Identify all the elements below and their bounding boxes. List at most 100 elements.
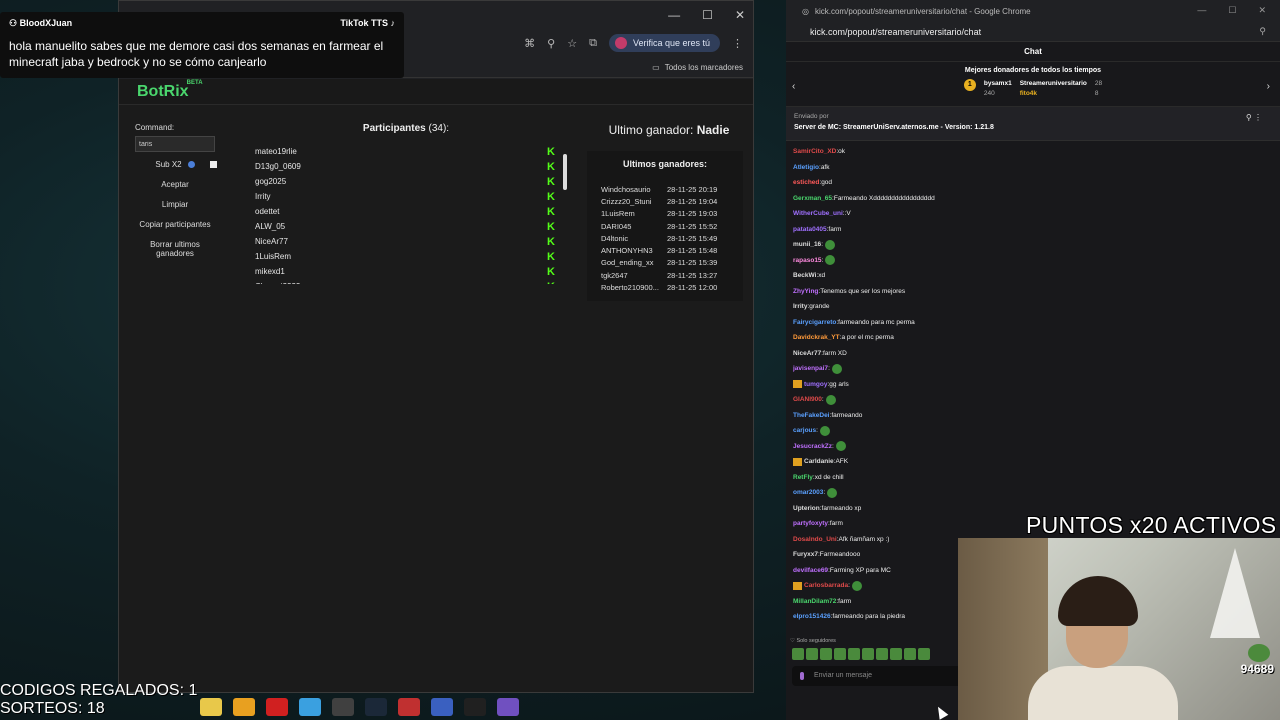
chat-username[interactable]: estiched bbox=[793, 179, 819, 186]
maximize-icon[interactable]: ☐ bbox=[702, 8, 713, 22]
chat-username[interactable]: MillanDilam72 bbox=[793, 598, 836, 605]
command-panel: Command: Sub X2 Aceptar Limpiar Copiar p… bbox=[135, 123, 217, 258]
chat-username[interactable]: BeckWi bbox=[793, 272, 816, 279]
chat-username[interactable]: TheFakeDei bbox=[793, 412, 830, 419]
winner-row: ANTHONYHN3 28-11-25 15:48 bbox=[601, 244, 743, 256]
copy-participants-button[interactable]: Copiar participantes bbox=[135, 220, 215, 229]
emote-icon[interactable] bbox=[904, 648, 916, 660]
chat-username[interactable]: Carldanie bbox=[804, 458, 834, 465]
emote-icon[interactable] bbox=[918, 648, 930, 660]
info-icon[interactable] bbox=[187, 161, 195, 168]
taskbar-app-icon[interactable] bbox=[200, 698, 222, 716]
emote-icon bbox=[851, 580, 862, 591]
taskbar-app-icon[interactable] bbox=[398, 698, 420, 716]
chat-username[interactable]: JesucrackZz bbox=[793, 443, 832, 450]
emote-icon[interactable] bbox=[848, 648, 860, 660]
winner-name: ANTHONYHN3 bbox=[601, 246, 653, 256]
donor-amount: 28 bbox=[1094, 80, 1103, 87]
chat-username[interactable]: Davidckrak_YT bbox=[793, 334, 840, 341]
url-bar[interactable]: kick.com/popout/streameruniversitario/ch… bbox=[786, 22, 1280, 42]
participants-list[interactable]: mateo19rlie K D13g0_0609 Kgog2025 K Irrity Kod… bbox=[243, 144, 569, 284]
chat-username[interactable]: Furyxx7 bbox=[793, 551, 818, 558]
emote-icon[interactable] bbox=[820, 648, 832, 660]
chat-username[interactable]: rapaso15 bbox=[793, 257, 822, 264]
taskbar-app-icon[interactable] bbox=[266, 698, 288, 716]
botrix-logo[interactable]: BotRix BETA bbox=[137, 80, 203, 101]
chat-username[interactable]: Upterion bbox=[793, 505, 820, 512]
chat-username[interactable]: patata0405 bbox=[793, 226, 827, 233]
sub-x2-checkbox[interactable] bbox=[210, 161, 217, 168]
emote-icon[interactable] bbox=[862, 648, 874, 660]
winner-date: 28-11-25 15:52 bbox=[667, 221, 718, 231]
zoom-icon[interactable]: ⚲ bbox=[547, 37, 555, 50]
mic-icon[interactable] bbox=[800, 672, 804, 680]
taskbar-app-icon[interactable] bbox=[497, 698, 519, 716]
chat-username[interactable]: Carlosbarrada bbox=[804, 582, 848, 589]
chat-username[interactable]: NiceAr77 bbox=[793, 350, 821, 357]
chat-username[interactable]: Dosalndo_Uni bbox=[793, 536, 837, 543]
chat-username[interactable]: munii_16 bbox=[793, 241, 821, 248]
chat-username[interactable]: GIANI900 bbox=[793, 396, 822, 403]
translate-icon[interactable]: ⌘ bbox=[524, 37, 535, 50]
donor-amount: 8 bbox=[1094, 90, 1099, 97]
minimize-icon[interactable]: — bbox=[1197, 5, 1206, 16]
top-donors: Mejores donadores de todos los tiempos ‹… bbox=[786, 67, 1280, 107]
verify-button[interactable]: Verifica que eres tú bbox=[608, 34, 720, 52]
last-winners-list[interactable]: Windchosaurio 28-11-25 20:19 Crizzz20_Stun… bbox=[587, 183, 743, 294]
search-icon[interactable]: ⚲ bbox=[1259, 26, 1266, 37]
close-icon[interactable]: ✕ bbox=[1258, 5, 1266, 16]
chat-username[interactable]: SamirCito_XD bbox=[793, 148, 836, 155]
chat-text: farm bbox=[829, 520, 843, 528]
pin-icon[interactable]: ⚲ ⋮ bbox=[1246, 113, 1262, 122]
emote-icon[interactable] bbox=[806, 648, 818, 660]
chat-username[interactable]: ZhyYing bbox=[793, 288, 818, 295]
last-winner: Ultimo ganador: Nadie bbox=[589, 123, 749, 137]
chat-username[interactable]: tumgoy bbox=[804, 381, 827, 388]
delete-winners-button[interactable]: Borrar ultimos ganadores bbox=[135, 240, 215, 258]
chat-username[interactable]: omar2003 bbox=[793, 489, 823, 496]
emote-icon[interactable] bbox=[890, 648, 902, 660]
chat-username[interactable]: Fairycigarreto bbox=[793, 319, 836, 326]
extensions-icon[interactable]: ⧉ bbox=[589, 37, 597, 50]
emote-icon[interactable] bbox=[792, 648, 804, 660]
donor-2: Streameruniversitario fito4k bbox=[1020, 79, 1087, 99]
close-icon[interactable]: ✕ bbox=[735, 8, 745, 22]
chat-username[interactable]: elpro151426 bbox=[793, 613, 831, 620]
pinned-message[interactable]: Enviado por Server de MC: StreamerUniSer… bbox=[786, 107, 1280, 141]
emote-icon[interactable] bbox=[876, 648, 888, 660]
chat-username[interactable]: partyfoxyty bbox=[793, 520, 828, 527]
menu-icon[interactable]: ⋮ bbox=[732, 37, 743, 50]
command-input[interactable] bbox=[135, 136, 215, 152]
chevron-left-icon[interactable]: ‹ bbox=[792, 81, 795, 92]
emote-bar[interactable] bbox=[792, 648, 930, 660]
accept-button[interactable]: Aceptar bbox=[135, 180, 215, 189]
chevron-right-icon[interactable]: › bbox=[1267, 81, 1270, 92]
kick-icon: K bbox=[547, 145, 555, 158]
chat-username[interactable]: Gerxman_65 bbox=[793, 195, 832, 202]
last-winner-name: Nadie bbox=[696, 123, 730, 137]
taskbar-app-icon[interactable] bbox=[431, 698, 453, 716]
chat-input[interactable]: Enviar un mensaje bbox=[792, 666, 962, 686]
chat-username[interactable]: devilface69 bbox=[793, 567, 828, 574]
codes-gifted: CODIGOS REGALADOS: 1 bbox=[0, 682, 198, 699]
chat-username[interactable]: RetFly bbox=[793, 474, 813, 481]
participants-scrollbar[interactable] bbox=[561, 144, 569, 284]
chat-username[interactable]: Atletigio bbox=[793, 164, 819, 171]
taskbar-app-icon[interactable] bbox=[332, 698, 354, 716]
maximize-icon[interactable]: ☐ bbox=[1228, 5, 1236, 16]
clear-button[interactable]: Limpiar bbox=[135, 200, 215, 209]
emote-icon[interactable] bbox=[834, 648, 846, 660]
minimize-icon[interactable]: — bbox=[668, 8, 680, 22]
chat-username[interactable]: WitherCube_uni bbox=[793, 210, 843, 217]
chat-username[interactable]: Irrity bbox=[793, 303, 807, 310]
chat-username[interactable]: carjous bbox=[793, 427, 816, 434]
chat-username[interactable]: javisenpai7 bbox=[793, 365, 828, 372]
star-icon[interactable]: ☆ bbox=[567, 37, 577, 50]
taskbar-app-icon[interactable] bbox=[464, 698, 486, 716]
taskbar-app-icon[interactable] bbox=[233, 698, 255, 716]
taskbar-app-icon[interactable] bbox=[299, 698, 321, 716]
participant-name: mikexd1 bbox=[255, 267, 285, 276]
scrollbar-thumb[interactable] bbox=[563, 154, 567, 190]
taskbar-app-icon[interactable] bbox=[365, 698, 387, 716]
all-bookmarks-link[interactable]: Todos los marcadores bbox=[665, 63, 743, 72]
